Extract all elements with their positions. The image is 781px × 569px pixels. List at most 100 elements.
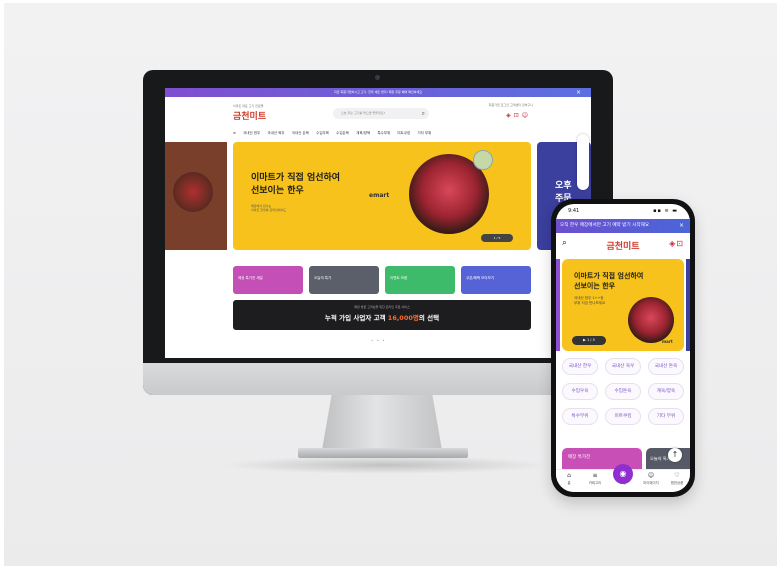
category-chip[interactable]: 미트쿠킹 xyxy=(605,408,641,425)
mobile-header: ⌕ 금천미트 ◈⊡ xyxy=(556,234,690,254)
monitor-stand xyxy=(322,395,442,450)
tab-wishlist[interactable]: ♡ 찜한상품 xyxy=(664,472,690,485)
nav-item[interactable]: 국내산 돈육 xyxy=(292,131,309,135)
nav-item[interactable]: 수입우육 xyxy=(316,131,329,135)
search-placeholder: 오늘 무슨 고기를 먹으면 좋을까요? xyxy=(341,111,386,115)
category-chip[interactable]: 기타 부위 xyxy=(648,408,684,425)
menu-icon[interactable]: ≡ xyxy=(233,131,236,135)
monitor-chin xyxy=(143,363,613,395)
cart-icon[interactable]: ⊡ xyxy=(514,112,522,119)
shopping-bag-icon[interactable]: ◉ xyxy=(613,464,633,484)
hero-subtitle: 국내산 한우 1++등 부위 지금 만나보세요 xyxy=(574,296,605,306)
cart-icon[interactable]: ⊡ xyxy=(676,239,684,248)
nav-item[interactable]: 수입돈육 xyxy=(336,131,349,135)
hero-sub-line2: 부위 지금 만나보세요 xyxy=(574,301,606,305)
status-icons: ▪▪ ≋ ▬ xyxy=(653,208,678,214)
desktop-screen: 지금 회원가입하시고 고기, 한우 세트 받자! 매장 주문 혜택 확인하세요 … xyxy=(165,88,591,358)
user-icon[interactable]: ☺ xyxy=(522,112,531,119)
hero-sub-line2: 이마트 한우를 온라인에서도 xyxy=(251,208,287,212)
shortcut-card[interactable]: 오늘의 특가 xyxy=(309,266,379,294)
bottom-tab-bar: ⌂ 홈 ≡ 카테고리 쇼핑 ◉ ☺ 마이페이지 ♡ 찜한상품 xyxy=(556,464,690,492)
shortcut-cards: 매장 특가전 세일 오늘의 특가 이벤트 모음 쿠폰/혜택 모아보기 xyxy=(233,266,531,294)
tab-mypage[interactable]: ☺ 마이페이지 xyxy=(638,472,664,485)
shortcut-card[interactable]: 매장 특가전 세일 xyxy=(233,266,303,294)
banner-small-text: 매장 방문 고객님을 위한 온라인 주문 서비스 xyxy=(354,305,410,309)
nav-item[interactable]: 국내산 육우 xyxy=(267,131,284,135)
hero-prev-slide[interactable] xyxy=(165,142,227,250)
hero-next-slide[interactable] xyxy=(686,259,690,351)
search-input[interactable]: 오늘 무슨 고기를 먹으면 좋을까요? ⌕ xyxy=(333,108,429,119)
search-icon[interactable]: ⌕ xyxy=(422,108,425,119)
desktop-category-nav: ≡ 국내산 한우 국내산 육우 국내산 돈육 수입우육 수입돈육 계육/양육 특… xyxy=(233,128,533,138)
banner-suffix: 의 선택 xyxy=(418,314,440,322)
category-chip[interactable]: 수입우육 xyxy=(562,383,598,400)
mobile-promo-bar[interactable]: 오직 한우 매장에서만 고기 예약 받기 시작해요 × xyxy=(556,219,690,233)
desktop-header: 이마트 대표 고기 전문몰 금천미트 오늘 무슨 고기를 먹으면 좋을까요? ⌕… xyxy=(165,97,591,129)
tab-home[interactable]: ⌂ 홈 xyxy=(556,472,582,485)
hero-subtitle: 매장에서 만나는 이마트 한우를 온라인에서도 xyxy=(251,204,286,212)
home-icon: ⌂ xyxy=(567,472,571,479)
status-bar: 9:41 ▪▪ ≋ ▬ xyxy=(556,204,690,218)
status-time: 9:41 xyxy=(568,208,580,214)
customer-banner[interactable]: 매장 방문 고객님을 위한 온라인 주문 서비스 누적 가입 사업자 고객 16… xyxy=(233,300,531,330)
hero-pager[interactable]: ▶ 1 / 5 xyxy=(572,336,606,345)
close-icon[interactable]: × xyxy=(679,219,684,233)
tab-label: 카테고리 xyxy=(588,481,602,485)
hero-prev-slide[interactable] xyxy=(556,259,560,351)
hero-pager[interactable]: 1 / 5 xyxy=(481,234,513,242)
pager-dots[interactable]: • • • xyxy=(371,338,386,343)
hero-title-line2: 선보이는 한우 xyxy=(251,186,304,196)
nav-item[interactable]: 계육/양육 xyxy=(356,131,370,135)
scroll-top-icon[interactable]: ↑ xyxy=(668,448,682,462)
desktop-promo-text: 지금 회원가입하시고 고기, 한우 세트 받자! 매장 주문 혜택 확인하세요 xyxy=(333,90,423,94)
category-chip[interactable]: 국내산 돈육 xyxy=(648,358,684,375)
banner-prefix: 누적 가입 사업자 고객 xyxy=(324,314,386,322)
tab-category[interactable]: ≡ 카테고리 xyxy=(582,472,608,485)
steak-image xyxy=(173,172,213,212)
monitor-camera xyxy=(375,75,380,80)
banner-main-text: 누적 가입 사업자 고객 16,000명의 선택 xyxy=(233,312,531,322)
menu-icon: ≡ xyxy=(592,472,598,479)
tab-label: 찜한상품 xyxy=(670,481,684,485)
header-icons[interactable]: ◈⊡ xyxy=(669,239,684,248)
nav-item[interactable]: 기타 부위 xyxy=(417,131,431,135)
coupon-icon[interactable]: ◈ xyxy=(506,112,514,119)
mobile-hero-banner[interactable]: 이마트가 직접 엄선하여 선보이는 한우 국내산 한우 1++등 부위 지금 만… xyxy=(562,259,684,351)
desktop-monitor: 지금 회원가입하시고 고기, 한우 세트 받자! 매장 주문 혜택 확인하세요 … xyxy=(143,70,613,395)
quality-badge-icon xyxy=(473,150,493,170)
tab-label: 홈 xyxy=(567,481,571,485)
nav-item[interactable]: 특수부위 xyxy=(377,131,390,135)
meat-image xyxy=(628,297,674,343)
utility-links[interactable]: 회원가입 로그인 고객센터 장바구니 xyxy=(489,103,533,107)
hero-title-line1: 이마트가 직접 엄선하여 xyxy=(251,173,341,183)
desktop-promo-bar[interactable]: 지금 회원가입하시고 고기, 한우 세트 받자! 매장 주문 혜택 확인하세요 … xyxy=(165,88,591,97)
hero-title-line1: 이마트가 직접 엄선하여 xyxy=(574,272,644,280)
category-chip[interactable]: 국내산 한우 xyxy=(562,358,598,375)
mobile-phone: 9:41 ▪▪ ≋ ▬ 오직 한우 매장에서만 고기 예약 받기 시작해요 × … xyxy=(551,199,695,497)
card-label: 매장 특가전 xyxy=(568,455,591,460)
category-chip[interactable]: 수입돈육 xyxy=(605,383,641,400)
hero-title: 이마트가 직접 엄선하여 선보이는 한우 xyxy=(574,271,643,291)
hero-title: 이마트가 직접 엄선하여 선보이는 한우 xyxy=(251,172,340,198)
nav-item[interactable]: 미트쿠킹 xyxy=(397,131,410,135)
category-chip[interactable]: 계육/양육 xyxy=(648,383,684,400)
hero-banner[interactable]: 이마트가 직접 엄선하여 선보이는 한우 매장에서 만나는 이마트 한우를 온라… xyxy=(233,142,531,250)
shortcut-card[interactable]: 쿠폰/혜택 모아보기 xyxy=(461,266,531,294)
shortcut-card[interactable]: 이벤트 모음 xyxy=(385,266,455,294)
category-chip[interactable]: 국내산 육우 xyxy=(605,358,641,375)
mobile-screen: 9:41 ▪▪ ≋ ▬ 오직 한우 매장에서만 고기 예약 받기 시작해요 × … xyxy=(556,204,690,492)
logo-subtitle: 이마트 대표 고기 전문몰 xyxy=(233,104,264,108)
category-chip[interactable]: 특수부위 xyxy=(562,408,598,425)
hero-title-line2: 선보이는 한우 xyxy=(574,282,616,290)
monitor-shadow xyxy=(220,456,550,474)
emart-logo: mart xyxy=(662,339,673,344)
user-icon: ☺ xyxy=(647,472,655,479)
header-icons[interactable]: ◈⊡☺ xyxy=(506,112,531,119)
site-logo[interactable]: 금천미트 xyxy=(233,109,266,122)
emart-logo: emart xyxy=(369,192,390,199)
close-icon[interactable]: × xyxy=(576,88,581,97)
mobile-promo-text: 오직 한우 매장에서만 고기 예약 받기 시작해요 xyxy=(560,223,650,228)
floating-quick-menu[interactable] xyxy=(577,134,589,190)
nav-item[interactable]: 국내산 한우 xyxy=(243,131,260,135)
heart-icon: ♡ xyxy=(674,472,680,479)
